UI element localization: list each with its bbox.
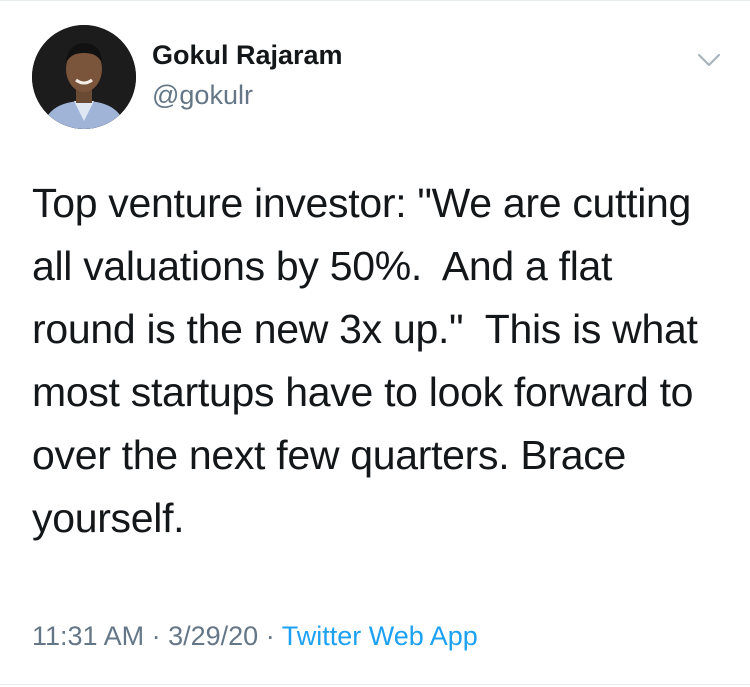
tweet-source-link[interactable]: Twitter Web App <box>282 621 478 651</box>
tweet-meta: 11:31 AM · 3/29/20 · Twitter Web App <box>32 621 478 652</box>
profile-photo-icon <box>32 25 136 129</box>
tweet-time[interactable]: 11:31 AM <box>32 621 144 651</box>
avatar[interactable] <box>32 25 136 129</box>
bottom-divider <box>0 684 750 685</box>
tweet-menu-button[interactable] <box>692 46 726 74</box>
chevron-down-icon <box>697 53 721 67</box>
meta-separator: · <box>265 621 275 651</box>
author-handle[interactable]: @gokulr <box>152 80 253 111</box>
top-divider <box>0 0 750 1</box>
author-name[interactable]: Gokul Rajaram <box>152 40 343 71</box>
meta-separator: · <box>151 621 161 651</box>
tweet-text: Top venture investor: "We are cutting al… <box>32 180 698 541</box>
tweet-date[interactable]: 3/29/20 <box>168 621 258 651</box>
